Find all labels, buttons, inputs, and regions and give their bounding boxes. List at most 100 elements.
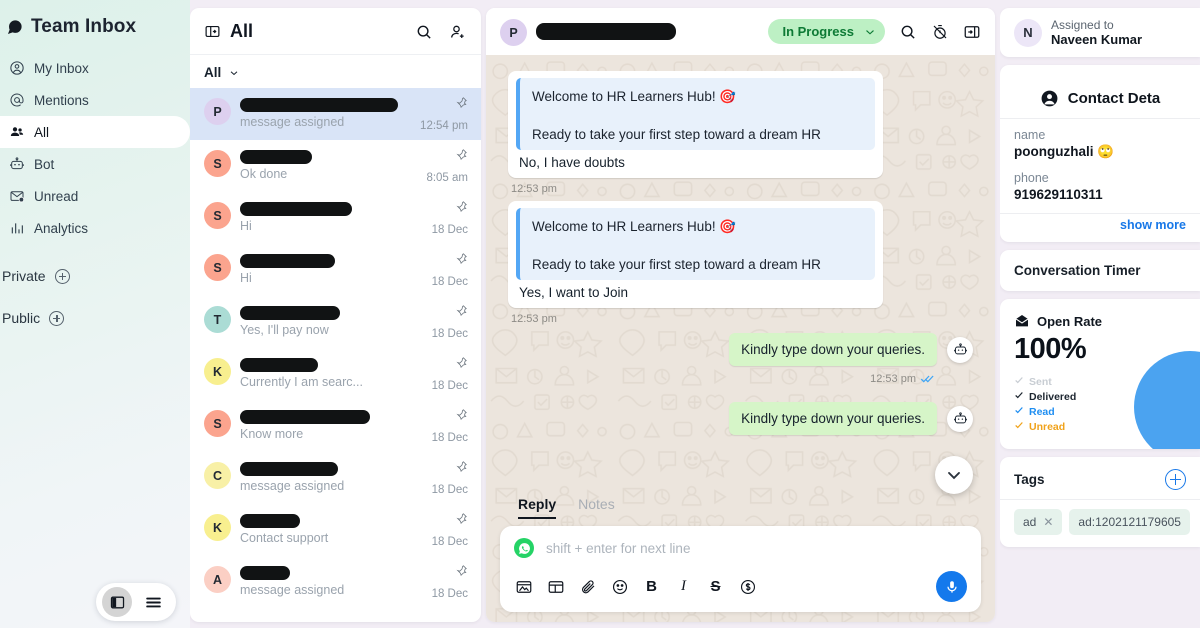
conversation-filter[interactable]: All [190, 55, 481, 88]
add-public-inbox-icon[interactable] [49, 310, 65, 326]
message-timestamp: 12:53 pm [511, 183, 557, 195]
add-tag-icon[interactable] [1165, 469, 1186, 490]
open-rate-card: Open Rate 100% Sent Delivered Read Unread [1000, 299, 1200, 449]
conversation-time: 18 Dec [431, 380, 468, 392]
sidebar-item-all[interactable]: All [0, 116, 190, 148]
add-contact-icon[interactable] [449, 23, 467, 41]
conversation-rows[interactable]: Pmessage assigned 12:54 pm S Ok done 8:05 am… [190, 88, 481, 622]
conversation-name-redacted [240, 202, 352, 216]
conversation-timer-card[interactable]: Conversation Timer [1000, 250, 1200, 291]
avatar-initial: K [212, 520, 223, 535]
scroll-to-bottom-button[interactable] [935, 456, 973, 494]
field-label-phone: phone [1014, 171, 1049, 185]
chat-message: Kindly type down your queries. 12:53 pm [508, 333, 973, 386]
conversation-row-meta: 18 Dec [412, 460, 468, 496]
sidebar-item-bot[interactable]: Bot [0, 148, 190, 180]
strikethrough-icon[interactable]: S [706, 577, 725, 596]
status-badge[interactable]: In Progress [768, 19, 885, 44]
composer-tabs: Reply Notes [500, 491, 981, 519]
conversation-row[interactable]: Pmessage assigned 12:54 pm [190, 88, 481, 140]
pin-icon[interactable] [455, 460, 468, 478]
avatar: C [204, 462, 231, 489]
conversation-name-redacted [240, 462, 338, 476]
italic-icon[interactable]: I [674, 577, 693, 596]
tab-notes[interactable]: Notes [578, 496, 615, 519]
template-icon[interactable] [546, 577, 565, 596]
price-icon[interactable] [738, 577, 757, 596]
sidebar-item-my-inbox[interactable]: My Inbox [0, 52, 190, 84]
avatar: S [204, 202, 231, 229]
pin-icon[interactable] [455, 200, 468, 218]
sidebar-item-unread[interactable]: Unread [0, 180, 190, 212]
microphone-icon[interactable] [936, 571, 967, 602]
search-icon[interactable] [415, 23, 433, 41]
conversation-row[interactable]: S Hi 18 Dec [190, 244, 481, 296]
conversation-name-redacted [240, 254, 335, 268]
conversation-row[interactable]: S Know more 18 Dec [190, 400, 481, 452]
open-rate-title: Open Rate [1037, 313, 1103, 329]
remove-tag-icon[interactable]: ✕ [1043, 515, 1053, 529]
chat-message: Welcome to HR Learners Hub! 🎯 Ready to ta… [508, 71, 973, 195]
conversation-row-meta: 12:54 pm [412, 96, 468, 132]
conversation-time: 18 Dec [431, 224, 468, 236]
avatar: A [204, 566, 231, 593]
pin-icon[interactable] [455, 564, 468, 582]
image-icon[interactable] [514, 577, 533, 596]
show-more-link[interactable]: show more [1014, 214, 1186, 232]
avatar-initial: C [212, 468, 223, 483]
sidebar-item-analytics[interactable]: Analytics [0, 212, 190, 244]
pin-icon[interactable] [455, 408, 468, 426]
avatar-initial: S [213, 260, 222, 275]
conversation-row[interactable]: K Contact support 18 Dec [190, 504, 481, 556]
conversation-row[interactable]: K Currently I am searc... 18 Dec [190, 348, 481, 400]
pin-icon[interactable] [455, 148, 468, 166]
avatar: T [204, 306, 231, 333]
conversation-name-redacted [240, 514, 300, 528]
conversation-time: 18 Dec [431, 588, 468, 600]
pin-icon[interactable] [455, 512, 468, 530]
conversation-row[interactable]: S Ok done 8:05 am [190, 140, 481, 192]
pin-icon[interactable] [455, 304, 468, 322]
conversation-name-redacted [240, 150, 312, 164]
team-inbox-icon [6, 19, 23, 36]
snooze-timer-icon[interactable] [931, 23, 949, 41]
toggle-details-panel-icon[interactable] [963, 23, 981, 41]
toggle-sidebar-icon[interactable] [102, 587, 132, 617]
tag-chip[interactable]: ad ✕ [1014, 509, 1063, 535]
conversation-row[interactable]: Amessage assigned 18 Dec [190, 556, 481, 608]
composer-input-row[interactable]: shift + enter for next line [514, 538, 967, 558]
bold-icon[interactable]: B [642, 577, 661, 596]
bot-badge-icon [947, 405, 973, 432]
add-private-inbox-icon[interactable] [54, 268, 70, 284]
tag-chip[interactable]: ad:1202121179605 [1069, 509, 1190, 535]
chat-search-icon[interactable] [899, 23, 917, 41]
pin-icon[interactable] [455, 96, 468, 114]
incoming-message-bubble: Welcome to HR Learners Hub! 🎯 Ready to ta… [508, 201, 883, 308]
avatar-initial: T [213, 312, 222, 327]
sidebar-group-public: Public [0, 300, 190, 336]
pin-icon[interactable] [455, 252, 468, 270]
legend-label: Sent [1029, 375, 1052, 388]
sidebar-item-mentions[interactable]: Mentions [0, 84, 190, 116]
collapse-panel-icon[interactable] [204, 23, 221, 40]
message-text: Yes, I want to Join [519, 285, 629, 300]
incoming-message-bubble: Welcome to HR Learners Hub! 🎯 Ready to ta… [508, 71, 883, 178]
legend-label: Delivered [1029, 390, 1077, 403]
conversation-time: 18 Dec [431, 536, 468, 548]
attachment-icon[interactable] [578, 577, 597, 596]
hamburger-menu-icon[interactable] [138, 587, 168, 617]
assigned-to[interactable]: N Assigned to Naveen Kumar [1014, 18, 1186, 47]
check-icon [1014, 375, 1024, 388]
contact-details-card: Contact Deta name poonguzhali 🙄 phone 91… [1000, 65, 1200, 242]
tab-reply[interactable]: Reply [518, 496, 557, 519]
conversation-preview: message assigned [240, 479, 345, 493]
check-icon [1014, 405, 1024, 418]
conversation-row[interactable]: T Yes, I'll pay now 18 Dec [190, 296, 481, 348]
conversation-row[interactable]: Cmessage assigned 18 Dec [190, 452, 481, 504]
robot-icon [8, 156, 25, 173]
emoji-icon[interactable] [610, 577, 629, 596]
avatar: K [204, 358, 231, 385]
conversation-row[interactable]: S Hi 18 Dec [190, 192, 481, 244]
conversation-list-title: All [230, 21, 254, 41]
pin-icon[interactable] [455, 356, 468, 374]
